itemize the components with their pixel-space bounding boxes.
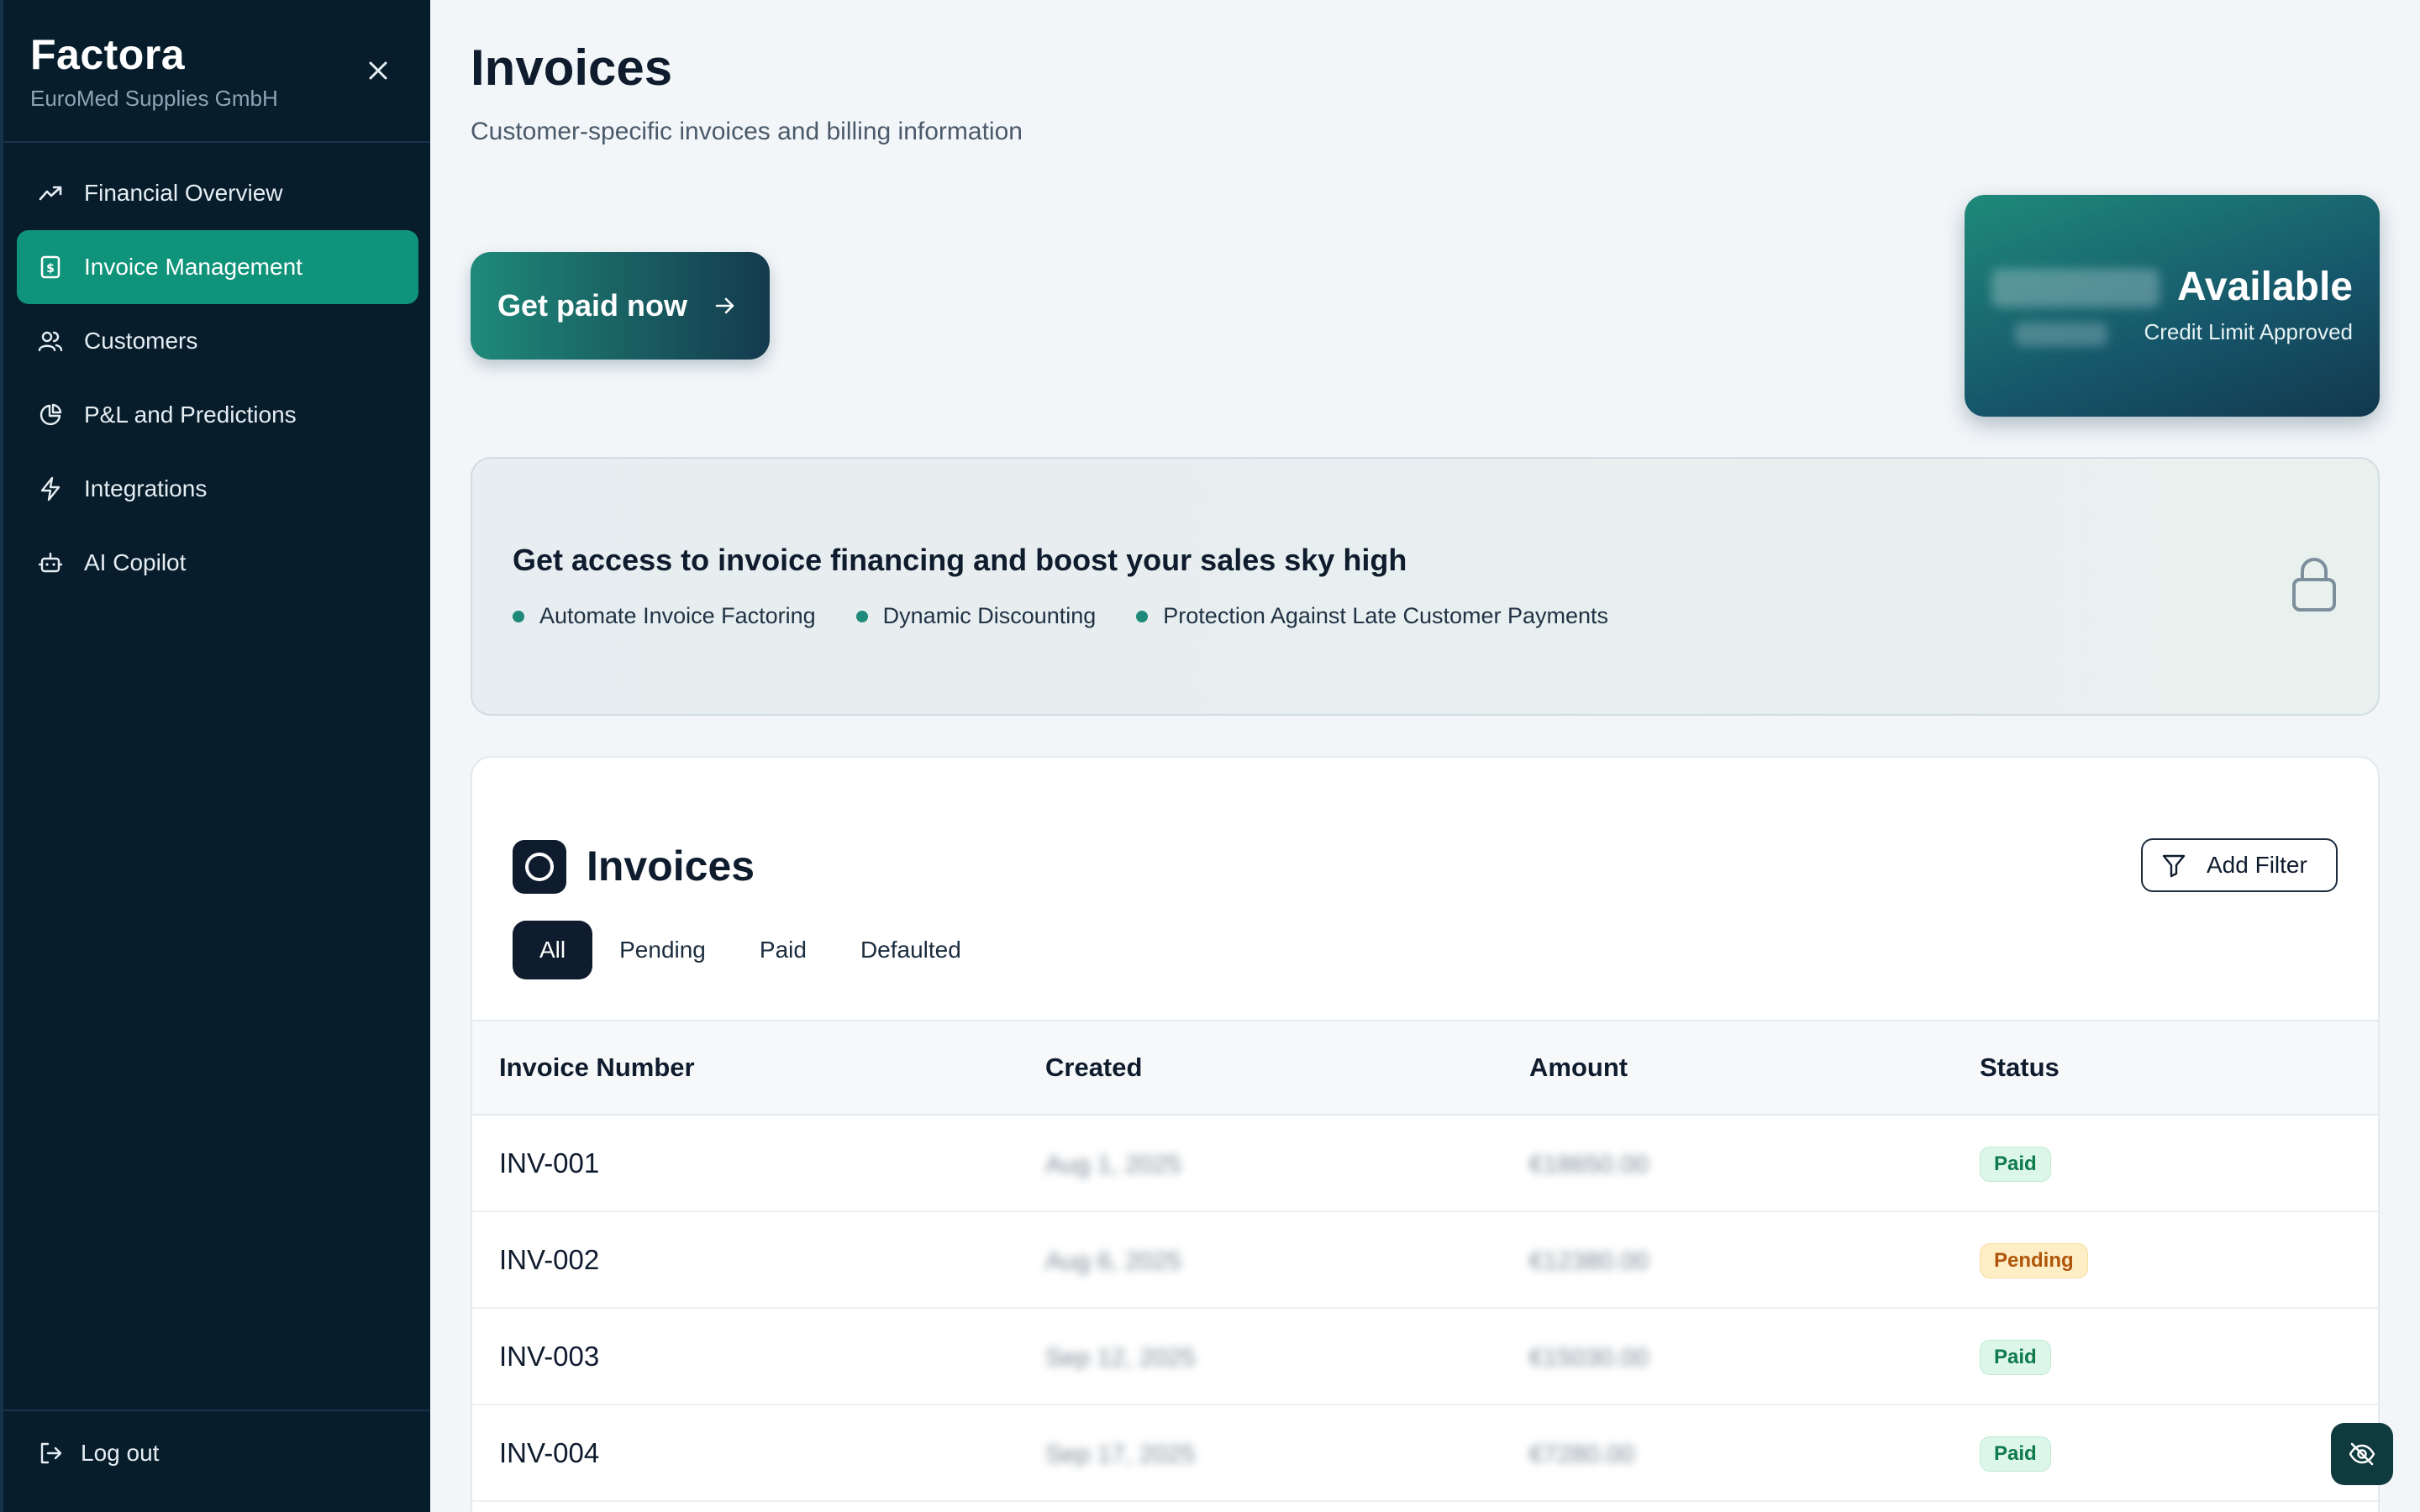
invoices-circle-icon bbox=[513, 840, 566, 894]
tab-paid[interactable]: Paid bbox=[733, 921, 834, 979]
invoice-icon: $ bbox=[37, 254, 64, 281]
trending-up-icon bbox=[37, 180, 64, 207]
add-filter-button[interactable]: Add Filter bbox=[2141, 838, 2338, 892]
add-filter-label: Add Filter bbox=[2207, 852, 2307, 878]
tab-all[interactable]: All bbox=[513, 921, 593, 979]
invoice-number: INV-003 bbox=[499, 1340, 600, 1372]
brand: Factora EuroMed Supplies GmbH bbox=[30, 30, 278, 112]
invoice-amount: €15030.00 bbox=[1529, 1343, 1649, 1372]
invoice-amount: €12380.00 bbox=[1529, 1247, 1649, 1275]
column-header-amount[interactable]: Amount bbox=[1529, 1053, 1980, 1083]
close-icon bbox=[369, 61, 387, 80]
credit-limit-blurred bbox=[2015, 323, 2107, 346]
invoice-created-date: Aug 1, 2025 bbox=[1045, 1150, 1181, 1179]
sidebar-item-label: Integrations bbox=[84, 475, 208, 501]
table-row[interactable]: INV-002 Aug 6, 2025 €12380.00 Pending bbox=[472, 1212, 2378, 1309]
sidebar-item-pl-predictions[interactable]: P&L and Predictions bbox=[17, 378, 418, 452]
svg-text:$: $ bbox=[46, 262, 55, 276]
status-badge: Paid bbox=[1980, 1146, 2051, 1182]
main-content: Invoices Customer-specific invoices and … bbox=[430, 0, 2420, 1512]
status-badge: Paid bbox=[1980, 1436, 2051, 1472]
table-row[interactable]: INV-004 Sep 17, 2025 €7280.00 Paid bbox=[472, 1405, 2378, 1502]
credit-amount-blurred bbox=[1991, 269, 2160, 307]
feature-label: Protection Against Late Customer Payment… bbox=[1163, 603, 1609, 628]
promo-feature-list: Automate Invoice Factoring Dynamic Disco… bbox=[513, 603, 1608, 629]
sidebar-item-integrations[interactable]: Integrations bbox=[17, 452, 418, 526]
table-row[interactable]: INV-001 Aug 1, 2025 €18650.00 Paid bbox=[472, 1116, 2378, 1212]
credit-available-label: Available bbox=[2177, 265, 2353, 309]
logout-icon bbox=[37, 1440, 64, 1467]
column-header-status[interactable]: Status bbox=[1980, 1053, 2378, 1083]
logout-label: Log out bbox=[81, 1440, 160, 1466]
column-header-created[interactable]: Created bbox=[1045, 1053, 1529, 1083]
sidebar-item-customers[interactable]: Customers bbox=[17, 304, 418, 378]
sidebar-item-financial-overview[interactable]: Financial Overview bbox=[17, 156, 418, 230]
invoice-amount: €18650.00 bbox=[1529, 1150, 1649, 1179]
users-icon bbox=[37, 328, 64, 354]
sidebar-item-label: AI Copilot bbox=[84, 549, 187, 575]
logout-button[interactable]: Log out bbox=[37, 1440, 159, 1467]
brand-name: Factora bbox=[30, 31, 186, 78]
invoices-panel: Invoices Add Filter All Pending Paid Def… bbox=[471, 756, 2380, 1512]
sidebar-nav: Financial Overview $ Invoice Management … bbox=[17, 156, 418, 600]
feature-label: Automate Invoice Factoring bbox=[539, 603, 816, 628]
sidebar-divider bbox=[3, 1410, 430, 1411]
invoice-amount: €7280.00 bbox=[1529, 1440, 1635, 1468]
company-name: EuroMed Supplies GmbH bbox=[30, 86, 278, 111]
page-title: Invoices bbox=[471, 39, 673, 96]
financing-promo-banner: Get access to invoice financing and boos… bbox=[471, 457, 2380, 716]
credit-limit-label: Credit Limit Approved bbox=[2144, 319, 2353, 344]
filter-icon bbox=[2162, 854, 2186, 878]
promo-feature: Dynamic Discounting bbox=[855, 603, 1097, 629]
invoice-created-date: Sep 17, 2025 bbox=[1045, 1440, 1196, 1468]
invoice-status-tabs: All Pending Paid Defaulted bbox=[513, 921, 988, 979]
invoices-title: Invoices bbox=[587, 843, 755, 890]
bullet-dot bbox=[855, 610, 868, 622]
feature-label: Dynamic Discounting bbox=[882, 603, 1097, 628]
status-badge: Paid bbox=[1980, 1339, 2051, 1375]
table-header: Invoice Number Created Amount Status bbox=[472, 1020, 2378, 1116]
robot-icon bbox=[37, 549, 64, 576]
promo-feature: Automate Invoice Factoring bbox=[513, 603, 816, 629]
invoice-number: INV-001 bbox=[499, 1147, 600, 1179]
sidebar-divider bbox=[3, 141, 430, 143]
tab-defaulted[interactable]: Defaulted bbox=[834, 921, 988, 979]
get-paid-now-button[interactable]: Get paid now bbox=[471, 252, 770, 360]
close-sidebar-button[interactable] bbox=[361, 54, 395, 87]
invoice-created-date: Sep 12, 2025 bbox=[1045, 1343, 1196, 1372]
invoice-number: INV-002 bbox=[499, 1243, 600, 1275]
arrow-right-icon bbox=[715, 297, 734, 314]
sidebar-item-label: Invoice Management bbox=[84, 254, 302, 280]
invoice-created-date: Aug 6, 2025 bbox=[1045, 1247, 1181, 1275]
get-paid-label: Get paid now bbox=[497, 288, 688, 323]
invoices-table: Invoice Number Created Amount Status INV… bbox=[472, 1020, 2378, 1502]
sidebar-item-label: Customers bbox=[84, 328, 198, 354]
bullet-dot bbox=[513, 610, 524, 622]
eye-off-icon bbox=[2349, 1442, 2375, 1466]
sidebar: Factora EuroMed Supplies GmbH Financial … bbox=[0, 0, 430, 1512]
bullet-dot bbox=[1136, 610, 1149, 622]
pie-chart-icon bbox=[37, 402, 64, 428]
sidebar-item-label: Financial Overview bbox=[84, 180, 283, 206]
promo-title: Get access to invoice financing and boos… bbox=[513, 543, 1407, 577]
credit-available-card: Available Credit Limit Approved bbox=[1965, 195, 2380, 417]
privacy-toggle-button[interactable] bbox=[2331, 1423, 2393, 1485]
page-subtitle: Customer-specific invoices and billing i… bbox=[471, 118, 1023, 145]
lock-icon bbox=[2292, 558, 2336, 612]
lightning-icon bbox=[37, 475, 64, 502]
promo-feature: Protection Against Late Customer Payment… bbox=[1136, 603, 1608, 629]
status-badge: Pending bbox=[1980, 1242, 2088, 1278]
table-row[interactable]: INV-003 Sep 12, 2025 €15030.00 Paid bbox=[472, 1309, 2378, 1405]
sidebar-item-invoice-management[interactable]: $ Invoice Management bbox=[17, 230, 418, 304]
invoice-number: INV-004 bbox=[499, 1436, 600, 1468]
tab-pending[interactable]: Pending bbox=[592, 921, 733, 979]
column-header-invoice-number[interactable]: Invoice Number bbox=[472, 1053, 1045, 1083]
sidebar-item-ai-copilot[interactable]: AI Copilot bbox=[17, 526, 418, 600]
sidebar-item-label: P&L and Predictions bbox=[84, 402, 297, 428]
